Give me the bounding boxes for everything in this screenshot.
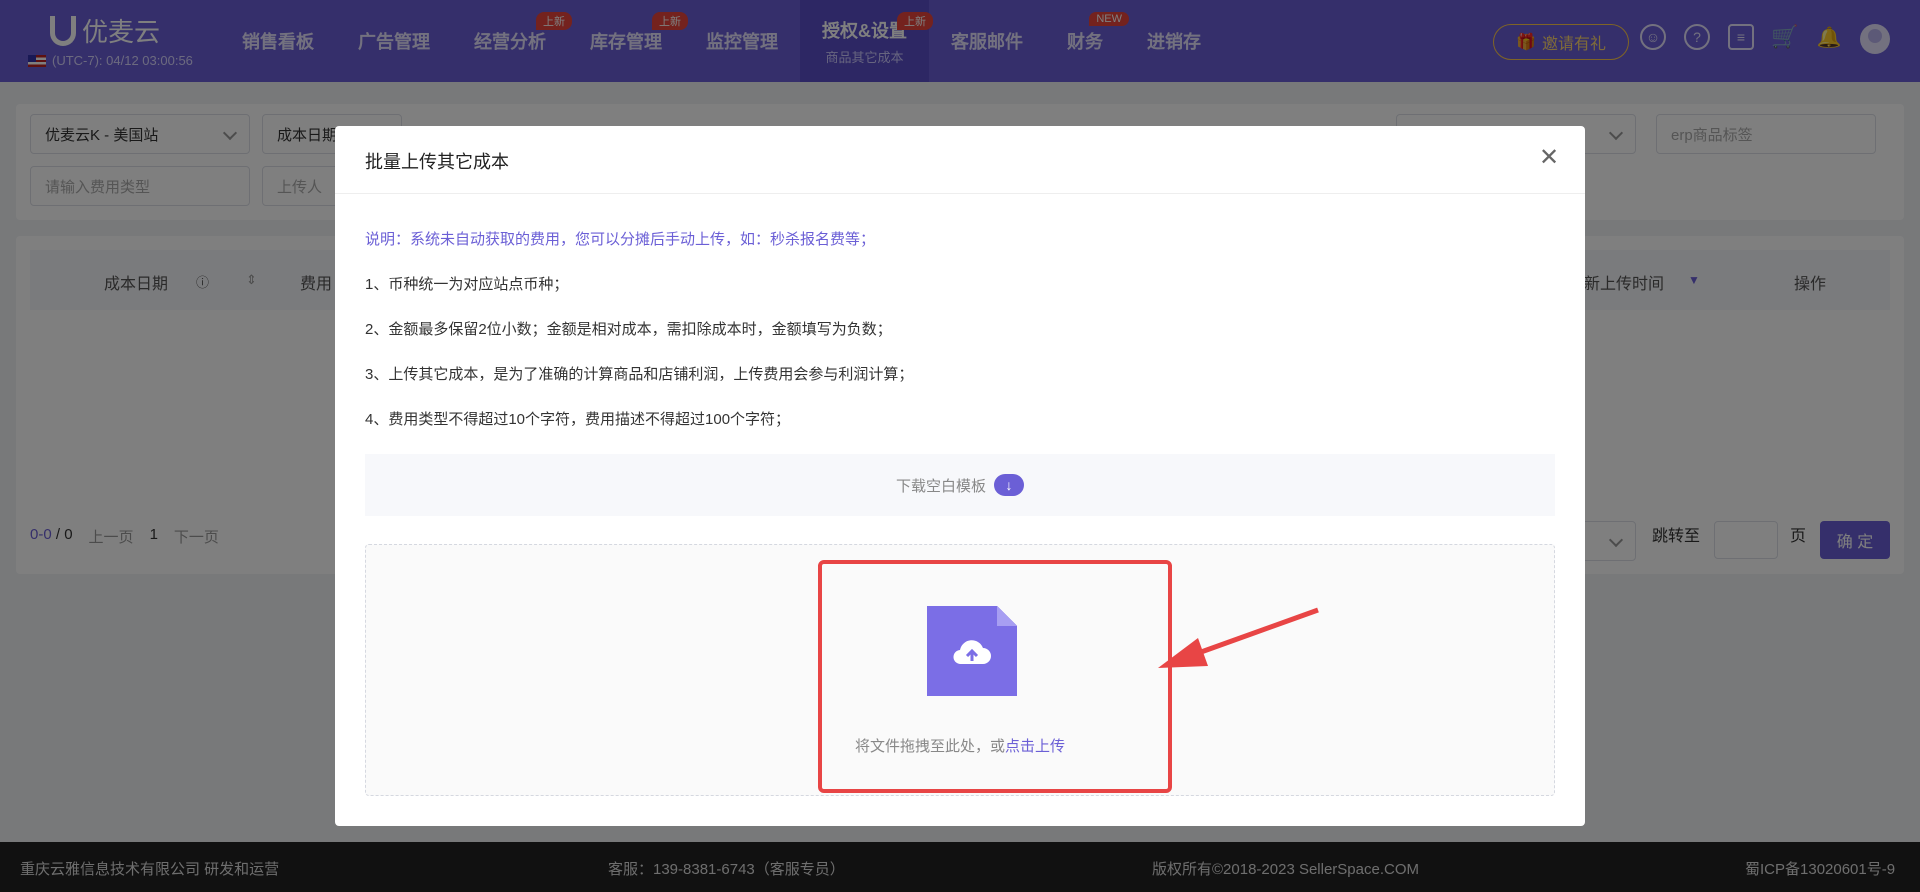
rule-1: 1、币种统一为对应站点币种； <box>365 273 568 294</box>
modal-header: 批量上传其它成本 ✕ <box>335 126 1585 194</box>
click-upload-link[interactable]: 点击上传 <box>1005 738 1065 755</box>
download-template-label: 下载空白模板 <box>896 475 986 496</box>
drop-text: 将文件拖拽至此处，或 <box>855 738 1005 755</box>
red-arrow-annotation <box>1150 600 1330 680</box>
intro-note: 说明：系统未自动获取的费用，您可以分摊后手动上传，如：秒杀报名费等； <box>365 228 875 249</box>
download-template-button[interactable]: 下载空白模板 ↓ <box>365 454 1555 516</box>
upload-hint: 将文件拖拽至此处，或点击上传 <box>366 735 1554 756</box>
rule-2: 2、金额最多保留2位小数；金额是相对成本，需扣除成本时，金额填写为负数； <box>365 318 892 339</box>
close-icon[interactable]: ✕ <box>1537 146 1561 170</box>
cloud-upload-icon <box>951 638 993 666</box>
rule-4: 4、费用类型不得超过10个字符，费用描述不得超过100个字符； <box>365 408 790 429</box>
rule-3: 3、上传其它成本，是为了准确的计算商品和店铺利润，上传费用会参与利润计算； <box>365 363 913 384</box>
modal-title: 批量上传其它成本 <box>365 148 509 174</box>
upload-dropzone[interactable]: 将文件拖拽至此处，或点击上传 <box>365 544 1555 796</box>
batch-upload-modal: 批量上传其它成本 ✕ 说明：系统未自动获取的费用，您可以分摊后手动上传，如：秒杀… <box>335 126 1585 826</box>
cloud-download-icon: ↓ <box>994 474 1024 496</box>
